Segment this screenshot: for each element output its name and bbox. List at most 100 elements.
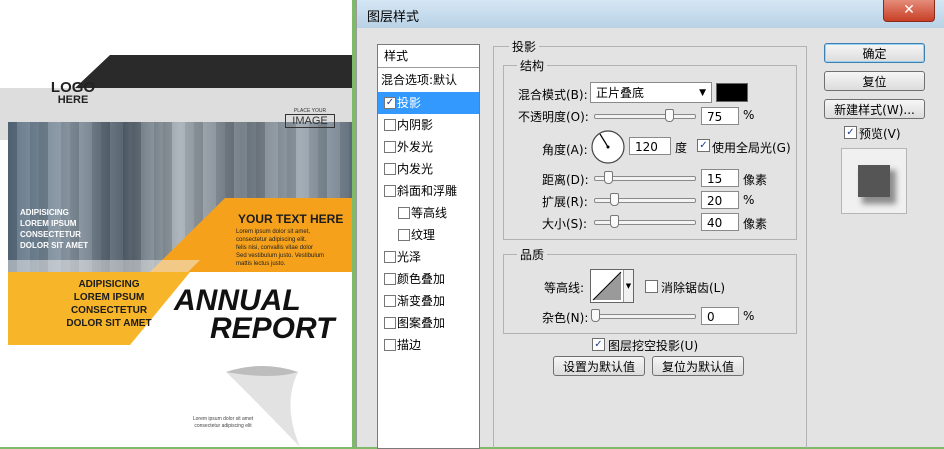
style-item[interactable]: 内发光 xyxy=(378,158,479,180)
knockout-checkbox[interactable]: ✓ xyxy=(592,338,605,351)
make-default-button[interactable]: 设置为默认值 xyxy=(553,356,645,376)
style-item[interactable]: 斜面和浮雕 xyxy=(378,180,479,202)
page-curl xyxy=(226,366,300,447)
distance-slider-knob[interactable] xyxy=(604,171,613,184)
style-item-checkbox[interactable] xyxy=(384,295,396,307)
contour-label: 等高线: xyxy=(544,281,585,295)
style-item[interactable]: 内阴影 xyxy=(378,114,479,136)
distance-unit: 像素 xyxy=(743,173,768,187)
style-item-label: 内发光 xyxy=(397,162,434,176)
opacity-slider-knob[interactable] xyxy=(665,109,674,122)
preview-checkbox[interactable]: ✓ xyxy=(844,126,857,139)
reset-default-button[interactable]: 复位为默认值 xyxy=(652,356,744,376)
noise-input[interactable]: 0 xyxy=(701,307,739,325)
size-unit: 像素 xyxy=(743,217,768,231)
style-preview-thumbnail xyxy=(841,148,907,214)
size-input[interactable]: 40 xyxy=(701,213,739,231)
reset-button[interactable]: 复位 xyxy=(824,71,925,91)
style-item[interactable]: 渐变叠加 xyxy=(378,290,479,312)
distance-input[interactable]: 15 xyxy=(701,169,739,187)
style-item-label: 投影 xyxy=(397,96,422,110)
body-line: Sed vestibulum justo. Vestibulum xyxy=(236,253,325,259)
style-item[interactable]: 描边 xyxy=(378,334,479,356)
contour-preview-icon xyxy=(592,271,622,301)
body-line: mattis lectus justo. xyxy=(236,261,286,267)
style-item-checkbox[interactable] xyxy=(384,141,396,153)
spread-input[interactable]: 20 xyxy=(701,191,739,209)
style-item[interactable]: 纹理 xyxy=(378,224,479,246)
style-item-checkbox[interactable] xyxy=(398,207,410,219)
style-item-label: 渐变叠加 xyxy=(397,294,446,308)
left-copy: ADIPISICING LOREM IPSUM CONSECTETUR DOLO… xyxy=(20,207,88,251)
drop-shadow-title: 投影 xyxy=(509,38,540,55)
contour-dropdown-icon[interactable]: ▼ xyxy=(623,270,633,302)
style-list-header[interactable]: 样式 xyxy=(378,45,479,67)
spread-slider-knob[interactable] xyxy=(610,193,619,206)
noise-slider[interactable] xyxy=(594,314,696,319)
style-item[interactable]: 颜色叠加 xyxy=(378,268,479,290)
size-label: 大小(S): xyxy=(542,217,588,231)
style-item[interactable]: 图案叠加 xyxy=(378,312,479,334)
yellow-line: ADIPISICING xyxy=(78,279,140,290)
noise-unit: % xyxy=(743,309,755,323)
style-item-checkbox[interactable] xyxy=(384,317,396,329)
angle-label: 角度(A): xyxy=(542,143,588,157)
opacity-unit: % xyxy=(743,108,755,122)
noise-label: 杂色(N): xyxy=(542,311,589,325)
yellow-copy: ADIPISICING LOREM IPSUM CONSECTETUR DOLO… xyxy=(44,278,174,330)
style-item-label: 外发光 xyxy=(397,140,434,154)
style-item-label: 斜面和浮雕 xyxy=(397,184,458,198)
opacity-input[interactable]: 75 xyxy=(701,107,739,125)
anti-alias-checkbox[interactable] xyxy=(645,280,658,293)
left-copy-line: DOLOR SIT AMET xyxy=(20,241,89,250)
style-item-checkbox[interactable] xyxy=(384,339,396,351)
close-button[interactable]: ✕ xyxy=(883,0,935,22)
style-item-label: 内阴影 xyxy=(397,118,434,132)
style-item[interactable]: ✓ 投影 xyxy=(378,92,479,114)
title-bar[interactable]: 图层样式 ✕ xyxy=(357,0,944,28)
angle-input[interactable]: 120 xyxy=(629,137,671,155)
left-copy-line: ADIPISICING xyxy=(20,208,69,217)
style-item-checkbox[interactable] xyxy=(384,251,396,263)
distance-label: 距离(D): xyxy=(542,173,589,187)
body-line: felis nisi, convallis vitae dolor xyxy=(236,245,314,251)
spread-unit: % xyxy=(743,193,755,207)
style-item-checkbox[interactable]: ✓ xyxy=(384,97,396,109)
body-line: Lorem ipsum dolor sit amet, xyxy=(236,229,311,235)
style-item-checkbox[interactable] xyxy=(384,273,396,285)
style-item[interactable]: 外发光 xyxy=(378,136,479,158)
your-text-body: Lorem ipsum dolor sit amet, consectetur … xyxy=(236,228,324,268)
left-copy-line: CONSECTETUR xyxy=(20,230,81,239)
your-text-heading: YOUR TEXT HERE xyxy=(238,212,344,226)
style-item[interactable]: 光泽 xyxy=(378,246,479,268)
new-style-button[interactable]: 新建样式(W)... xyxy=(824,99,925,119)
logo-text-1: LOGO xyxy=(50,79,96,96)
style-item-checkbox[interactable] xyxy=(384,163,396,175)
global-light-checkbox[interactable]: ✓ xyxy=(697,139,710,152)
ok-button[interactable]: 确定 xyxy=(824,43,925,63)
blend-mode-select[interactable]: 正片叠底 ▼ xyxy=(590,82,712,103)
style-list: 样式 混合选项:默认 ✓ 投影内阴影外发光内发光斜面和浮雕等高线 纹理 光泽 颜色叠加渐… xyxy=(377,44,480,449)
style-item[interactable]: 等高线 xyxy=(378,202,479,224)
layer-style-dialog: 图层样式 ✕ 样式 混合选项:默认 ✓ 投影 内阴影 外发光 内发光 斜面和浮雕 等高线 纹理… xyxy=(356,0,944,449)
noise-slider-knob[interactable] xyxy=(591,309,600,322)
dialog-title: 图层样式 xyxy=(367,10,420,25)
style-item-checkbox[interactable] xyxy=(398,229,410,241)
body-line: consectetur adipiscing elit. xyxy=(236,237,307,243)
quality-title: 品质 xyxy=(517,246,548,263)
yellow-line: DOLOR SIT AMET xyxy=(66,318,152,329)
style-item-checkbox[interactable] xyxy=(384,119,396,131)
opacity-slider[interactable] xyxy=(594,114,696,119)
knockout-label: 图层挖空投影(U) xyxy=(608,339,699,353)
yellow-line: CONSECTETUR xyxy=(70,305,148,316)
style-item-label: 描边 xyxy=(397,338,422,352)
blend-options-item[interactable]: 混合选项:默认 xyxy=(378,69,479,91)
shadow-color-swatch[interactable] xyxy=(716,83,748,102)
contour-picker[interactable]: ▼ xyxy=(590,269,634,303)
yellow-line: LOREM IPSUM xyxy=(73,292,145,303)
spread-label: 扩展(R): xyxy=(542,195,588,209)
style-item-checkbox[interactable] xyxy=(384,185,396,197)
size-slider-knob[interactable] xyxy=(610,215,619,228)
angle-unit: 度 xyxy=(675,141,688,155)
angle-dial[interactable] xyxy=(590,129,626,165)
